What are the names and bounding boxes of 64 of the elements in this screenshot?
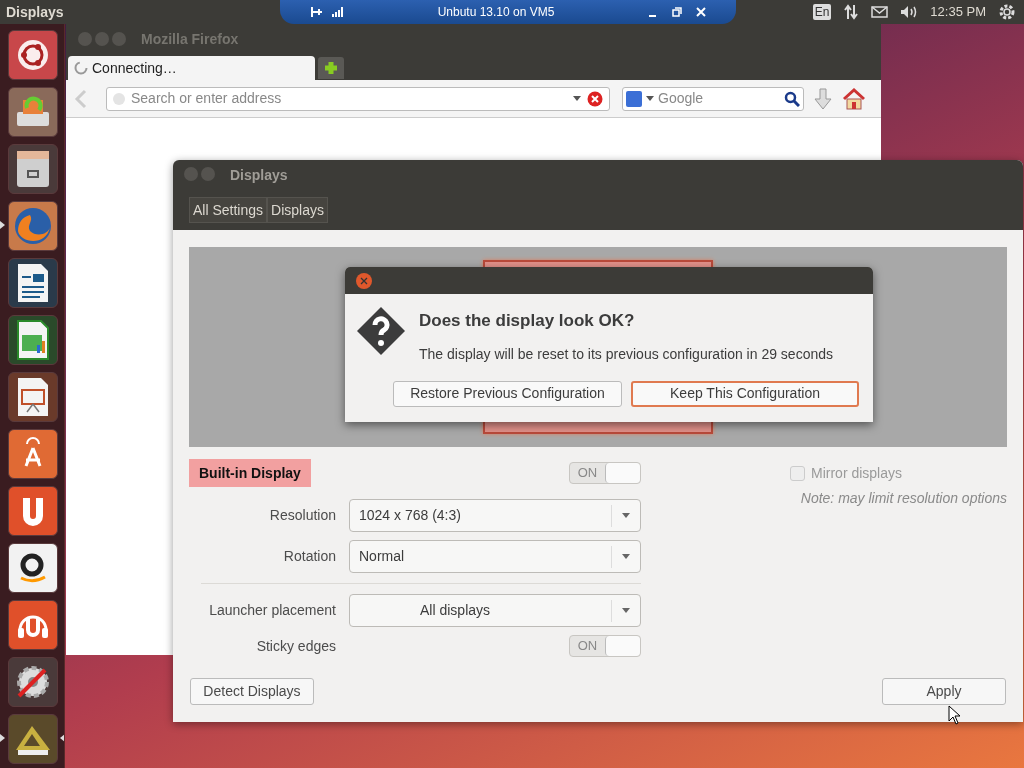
- window-title: Displays: [230, 166, 288, 185]
- setting-label: Resolution: [268, 506, 336, 525]
- mouse-pointer-icon: [948, 705, 962, 725]
- globe-icon: [113, 92, 125, 105]
- dialog-message: The display will be reset to its previous configuration in 29 seconds: [419, 344, 833, 364]
- note-text: Note: may limit resolution options: [800, 489, 1007, 508]
- app-title: Displays: [5, 2, 65, 22]
- globe-icon[interactable]: [7, 201, 58, 251]
- mail-icon[interactable]: [871, 6, 889, 18]
- home-icon[interactable]: [842, 87, 866, 110]
- dialog-button[interactable]: Keep This Configuration: [631, 380, 859, 407]
- window-title: Mozilla Firefox: [141, 30, 239, 49]
- ruler-icon[interactable]: [7, 714, 58, 764]
- circle-logo-icon[interactable]: [7, 30, 58, 80]
- spreadsheet-icon[interactable]: [7, 315, 58, 365]
- display-label: Built-in Display: [189, 459, 311, 487]
- stop-icon[interactable]: [587, 90, 603, 107]
- breadcrumb-button[interactable]: Displays: [267, 197, 328, 223]
- breadcrumb-button[interactable]: All Settings: [189, 197, 268, 223]
- headphones-icon[interactable]: [7, 600, 58, 650]
- close-icon: [360, 276, 368, 285]
- close-icon[interactable]: [696, 7, 706, 17]
- dialog-button[interactable]: Restore Previous Configuration: [393, 380, 622, 407]
- clock[interactable]: 12:35 PM: [930, 2, 986, 22]
- u-shape-icon[interactable]: [7, 486, 58, 536]
- presentation-icon[interactable]: [7, 372, 58, 422]
- search-engine-icon[interactable]: [626, 90, 642, 107]
- vm-title: Unbutu 13.10 on VM5: [436, 4, 556, 21]
- search-field[interactable]: Google: [622, 86, 804, 111]
- checkbox-label: Mirror displays: [811, 464, 902, 483]
- document-icon[interactable]: [7, 258, 58, 308]
- detect-button[interactable]: Detect Displays: [190, 678, 314, 705]
- close-button[interactable]: [356, 272, 372, 289]
- restore-icon[interactable]: [672, 7, 682, 17]
- address-field[interactable]: Search or enter address: [106, 86, 610, 111]
- question-icon: [356, 306, 406, 356]
- plus-icon: [323, 60, 339, 76]
- signal-icon: [332, 7, 344, 17]
- loading-icon: [74, 61, 88, 75]
- search-icon[interactable]: [784, 90, 800, 107]
- gear-wrench-icon[interactable]: [7, 657, 58, 707]
- keyboard-indicator[interactable]: En: [812, 4, 832, 20]
- dropdown[interactable]: Normal: [349, 540, 641, 573]
- browser-tab[interactable]: Connecting…: [68, 56, 315, 80]
- setting-label: Sticky edges: [255, 636, 336, 656]
- dropdown-arrow-icon[interactable]: [646, 96, 654, 101]
- setting-label: Launcher placement: [208, 601, 336, 620]
- update-icon[interactable]: [7, 87, 58, 137]
- network-arrows-icon[interactable]: [843, 4, 860, 20]
- new-tab-button[interactable]: [318, 57, 344, 79]
- pin-icon[interactable]: [310, 7, 324, 17]
- drawer-icon[interactable]: [7, 144, 58, 194]
- dropdown-arrow-icon: [622, 608, 630, 613]
- shopping-bag-icon[interactable]: [7, 429, 58, 479]
- dropdown[interactable]: All displays: [349, 594, 641, 627]
- settings-icon[interactable]: [998, 3, 1016, 21]
- apply-button[interactable]: Apply: [882, 678, 1006, 705]
- dropdown[interactable]: 1024 x 768 (4:3): [349, 499, 641, 532]
- dropdown-arrow-icon[interactable]: [573, 96, 581, 101]
- dialog-title: Does the display look OK?: [419, 310, 636, 332]
- dropdown-arrow-icon: [622, 513, 630, 518]
- dropdown-arrow-icon: [622, 554, 630, 559]
- volume-icon[interactable]: [900, 5, 919, 19]
- setting-label: Rotation: [282, 547, 336, 566]
